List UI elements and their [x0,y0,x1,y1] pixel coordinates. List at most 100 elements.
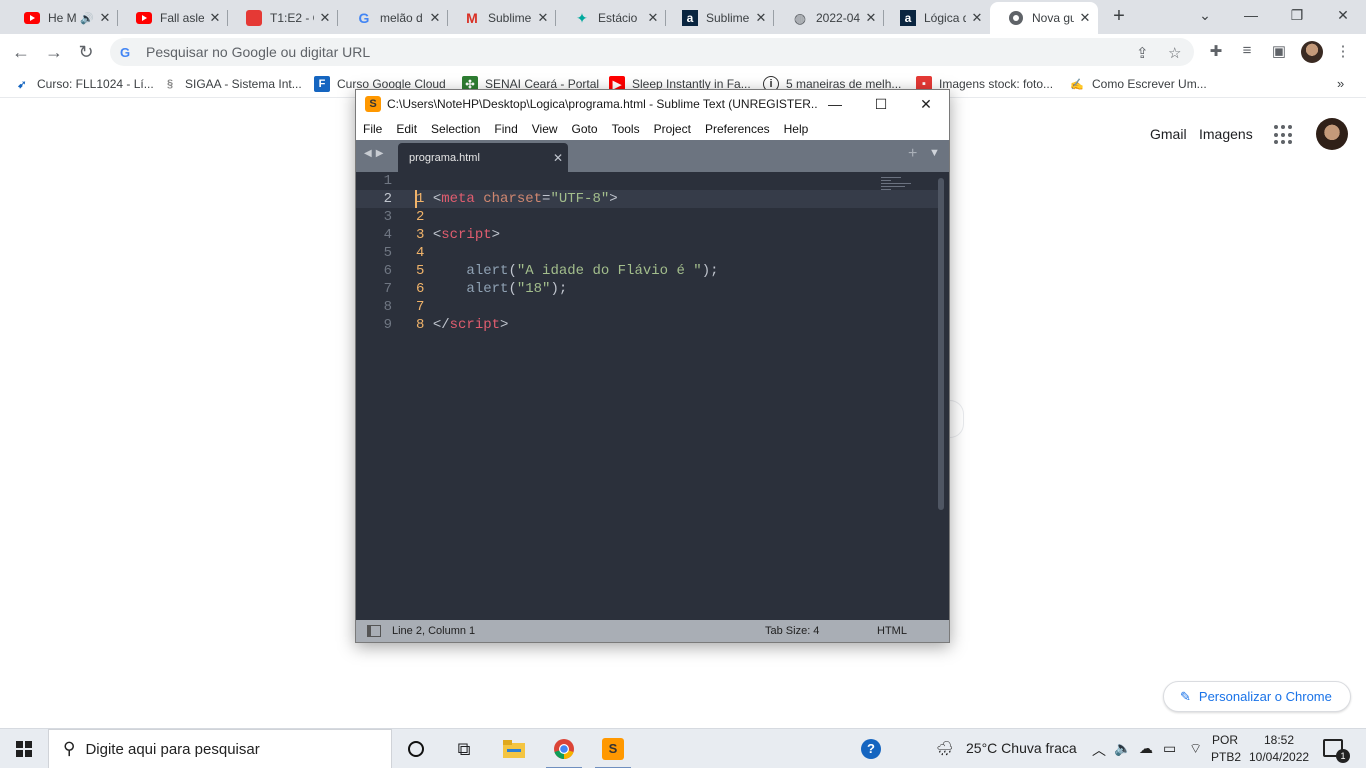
tab-dropdown-icon[interactable]: ▼ [929,147,940,159]
close-tab-icon[interactable]: ✕ [548,151,568,165]
browser-tab[interactable]: ✦ Estácio ✕ [556,4,666,32]
taskbar-search-box[interactable]: ⚲ Digite aqui para pesquisar [48,729,392,768]
close-tab-icon[interactable]: ✕ [1078,10,1092,26]
panel-toggle-icon[interactable] [367,625,381,637]
maximize-icon[interactable]: ☐ [866,94,896,114]
speaker-icon[interactable]: 🔊 [80,12,94,25]
bookmarks-overflow-icon[interactable]: » [1337,76,1344,91]
account-avatar[interactable] [1316,118,1348,150]
close-tab-icon[interactable]: ✕ [646,10,660,26]
tab-nav-arrows-icon[interactable]: ◀▶ [364,148,387,159]
browser-tab[interactable]: He M 🔊 ✕ [6,4,118,32]
wifi-icon[interactable]: ⌔ [1189,740,1202,758]
cortana-icon[interactable] [392,729,440,768]
volume-icon[interactable]: 🔈 [1114,740,1131,757]
browser-tab[interactable]: G melão d ✕ [338,4,448,32]
media-icon[interactable]: ≡ [1237,42,1257,62]
bookmark-item[interactable]: ✍ Como Escrever Um... [1069,76,1214,92]
menu-edit[interactable]: Edit [396,122,417,136]
side-panel-icon[interactable]: ▣ [1269,42,1289,62]
code-line[interactable]: 1 [356,172,939,190]
editor-scrollbar[interactable] [938,178,944,510]
google-apps-icon[interactable] [1274,125,1294,145]
side-panel-handle[interactable] [950,400,964,438]
weather-text[interactable]: 25°C Chuva fraca [966,740,1077,756]
tab-search-icon[interactable]: ⌄ [1182,4,1228,26]
clock-date[interactable]: 10/04/2022 [1249,750,1309,764]
minimize-icon[interactable]: — [820,94,850,114]
browser-tab[interactable]: ◍ 2022-04 ✕ [774,4,884,32]
close-tab-icon[interactable]: ✕ [754,10,768,26]
file-tab[interactable]: programa.html ✕ [398,143,568,172]
restore-icon[interactable]: ❐ [1274,4,1320,26]
close-tab-icon[interactable]: ✕ [536,10,550,26]
reload-icon[interactable]: ↻ [75,41,97,63]
task-view-icon[interactable]: ⧉ [440,729,488,768]
code-line[interactable]: 9 8 </script> [356,316,939,334]
code-line[interactable]: 2 1 <meta charset="UTF-8"> [356,190,939,208]
chrome-taskbar-icon[interactable] [540,729,588,768]
sublime-title-bar[interactable]: S C:\Users\NoteHP\Desktop\Logica\program… [356,90,949,118]
gmail-link[interactable]: Gmail [1150,126,1187,142]
menu-preferences[interactable]: Preferences [705,122,770,136]
close-window-icon[interactable]: ✕ [911,94,941,114]
clock-time[interactable]: 18:52 [1264,733,1294,747]
close-tab-icon[interactable]: ✕ [864,10,878,26]
onedrive-icon[interactable]: ☁ [1139,740,1153,757]
menu-view[interactable]: View [532,122,558,136]
images-link[interactable]: Imagens [1199,126,1253,142]
bookmark-item[interactable]: ➹ Curso: FLL1024 - Lí... [14,76,154,92]
battery-icon[interactable]: ▭ [1163,740,1176,757]
address-bar[interactable]: G Pesquisar no Google ou digitar URL ⇪ ☆ [110,38,1194,66]
tab-size-selector[interactable]: Tab Size: 4 [765,625,819,637]
profile-avatar[interactable] [1301,41,1323,63]
menu-kebab-icon[interactable]: ⋮ [1333,42,1353,62]
bookmark-star-icon[interactable]: ☆ [1168,44,1181,62]
close-tab-icon[interactable]: ✕ [318,10,332,26]
notifications-icon[interactable]: 1 [1323,739,1350,763]
tray-chevron-icon[interactable]: ︿ [1092,740,1106,760]
forward-icon[interactable]: → [43,41,65,63]
browser-tab-active[interactable]: Nova gu ✕ [990,2,1098,34]
weather-icon[interactable]: 🌧 [936,740,954,757]
code-line[interactable]: 87 [356,298,939,316]
code-line[interactable]: 6 5 alert("A idade do Flávio é "); [356,262,939,280]
code-line[interactable]: 32 [356,208,939,226]
close-tab-icon[interactable]: ✕ [208,10,222,26]
customize-chrome-button[interactable]: ✎ Personalizar o Chrome [1163,681,1351,712]
menu-goto[interactable]: Goto [572,122,598,136]
help-icon[interactable]: ? [861,739,881,759]
windows-start-icon[interactable] [16,741,32,757]
keyboard-layout[interactable]: PTB2 [1211,750,1241,764]
bookmark-item[interactable]: § SIGAA - Sistema Int... [162,76,307,92]
back-icon[interactable]: ← [10,41,32,63]
new-tab-button[interactable]: + [1108,6,1130,28]
menu-project[interactable]: Project [654,122,691,136]
close-tab-icon[interactable]: ✕ [970,10,984,26]
menu-selection[interactable]: Selection [431,122,480,136]
close-tab-icon[interactable]: ✕ [428,10,442,26]
code-line[interactable]: 7 6 alert("18"); [356,280,939,298]
close-tab-icon[interactable]: ✕ [98,10,112,26]
language-code[interactable]: POR [1212,733,1238,747]
minimap[interactable] [881,177,917,193]
code-editor[interactable]: 1 21 <meta charset="UTF-8"> 3 2 43 <script… [356,172,949,620]
menu-help[interactable]: Help [784,122,809,136]
browser-tab[interactable]: M Sublime ✕ [446,4,556,32]
share-icon[interactable]: ⇪ [1136,44,1149,62]
extensions-icon[interactable]: ✚ [1206,42,1226,62]
menu-tools[interactable]: Tools [612,122,640,136]
new-file-icon[interactable]: + [908,145,917,163]
menu-find[interactable]: Find [494,122,517,136]
browser-tab[interactable]: Fall asle ✕ [118,4,228,32]
browser-tab[interactable]: T1:E2 - C ✕ [228,4,338,32]
syntax-selector[interactable]: HTML [877,625,907,637]
browser-tab[interactable]: a Sublime ✕ [664,4,774,32]
code-line[interactable]: 4 3 <script> [356,226,939,244]
close-window-icon[interactable]: ✕ [1320,4,1366,26]
menu-file[interactable]: File [363,122,382,136]
minimize-icon[interactable]: — [1228,4,1274,26]
code-line[interactable]: 54 [356,244,939,262]
sublime-taskbar-icon[interactable]: S [589,729,637,768]
file-explorer-icon[interactable] [490,729,538,768]
